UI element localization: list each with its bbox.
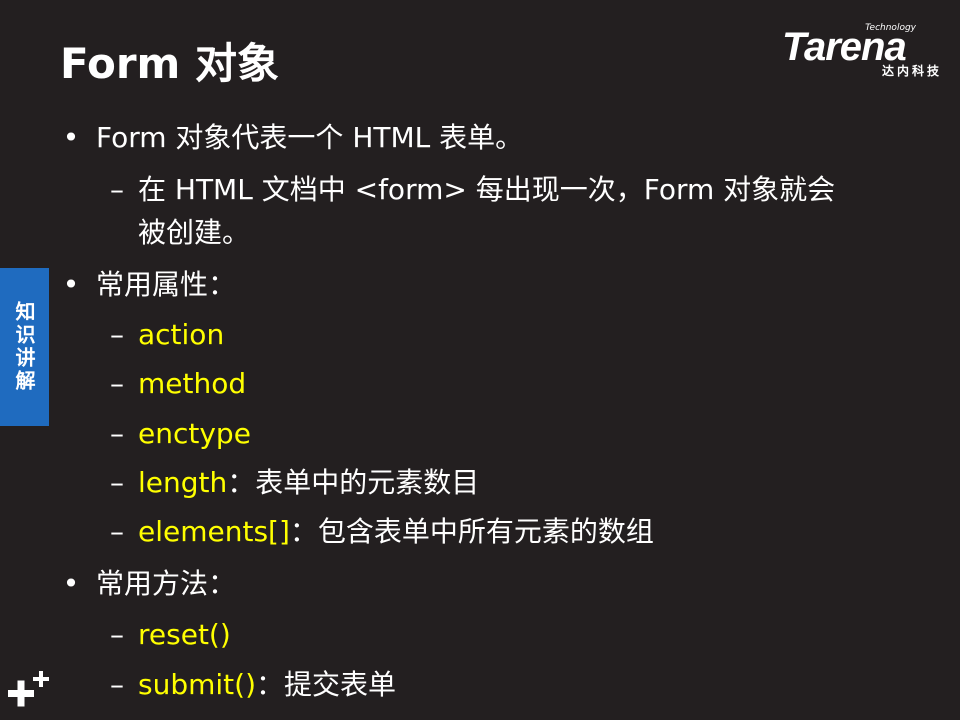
property-item: – elements[]：包含表单中所有元素的数组 bbox=[110, 512, 654, 552]
dash-marker: – bbox=[110, 515, 124, 548]
plus-decoration-icon bbox=[8, 671, 49, 707]
method-description: ：提交表单 bbox=[256, 668, 397, 701]
dash-marker: – bbox=[110, 173, 124, 206]
side-tab-label: 知识讲解 bbox=[12, 301, 36, 393]
bullet-marker: • bbox=[62, 268, 80, 301]
method-item: – reset() bbox=[110, 615, 231, 655]
property-name: elements[] bbox=[138, 515, 290, 548]
property-item: – enctype bbox=[110, 414, 251, 454]
dash-marker: – bbox=[110, 618, 124, 651]
tarena-logo: Technology Tarena 达内科技 bbox=[778, 20, 946, 86]
property-description: ：表单中的元素数目 bbox=[227, 466, 480, 499]
logo-chinese-name: 达内科技 bbox=[881, 64, 942, 78]
properties-heading-text: 常用属性： bbox=[96, 268, 237, 301]
bullet-intro: • Form 对象代表一个 HTML 表单。 bbox=[63, 118, 524, 158]
slide-title: Form 对象 bbox=[60, 39, 279, 88]
property-name: action bbox=[138, 318, 225, 351]
bullet-intro-text: Form 对象代表一个 HTML 表单。 bbox=[96, 121, 524, 154]
method-item: – submit()：提交表单 bbox=[110, 665, 397, 705]
dash-marker: – bbox=[110, 367, 124, 400]
method-name: reset() bbox=[138, 618, 231, 651]
methods-heading-text: 常用方法： bbox=[96, 567, 237, 600]
bullet-marker: • bbox=[62, 121, 80, 154]
dash-marker: – bbox=[110, 668, 124, 701]
bullet-properties-heading: • 常用属性： bbox=[63, 265, 237, 305]
dash-marker: – bbox=[110, 318, 124, 351]
property-name: length bbox=[138, 466, 228, 499]
sub-bullet-intro-detail: – 在 HTML 文档中 <form> 每出现一次，Form 对象就会 bbox=[110, 170, 836, 210]
dash-marker: – bbox=[110, 466, 124, 499]
method-name: submit() bbox=[138, 668, 256, 701]
bullet-marker: • bbox=[62, 567, 80, 600]
property-name: method bbox=[138, 367, 247, 400]
property-item: – action bbox=[110, 315, 225, 355]
property-item: – method bbox=[110, 364, 247, 404]
sub-bullet-text: 在 HTML 文档中 <form> 每出现一次，Form 对象就会 bbox=[138, 173, 836, 206]
section-side-tab: 知识讲解 bbox=[0, 268, 49, 426]
logo-wordmark: Tarena bbox=[782, 25, 907, 69]
property-description: ：包含表单中所有元素的数组 bbox=[289, 515, 654, 548]
bullet-methods-heading: • 常用方法： bbox=[63, 564, 237, 604]
dash-marker: – bbox=[110, 417, 124, 450]
property-item: – length：表单中的元素数目 bbox=[110, 463, 480, 503]
property-name: enctype bbox=[138, 417, 251, 450]
sub-bullet-text-continued: 被创建。 bbox=[138, 216, 251, 249]
sub-bullet-continuation: 被创建。 bbox=[138, 213, 250, 253]
